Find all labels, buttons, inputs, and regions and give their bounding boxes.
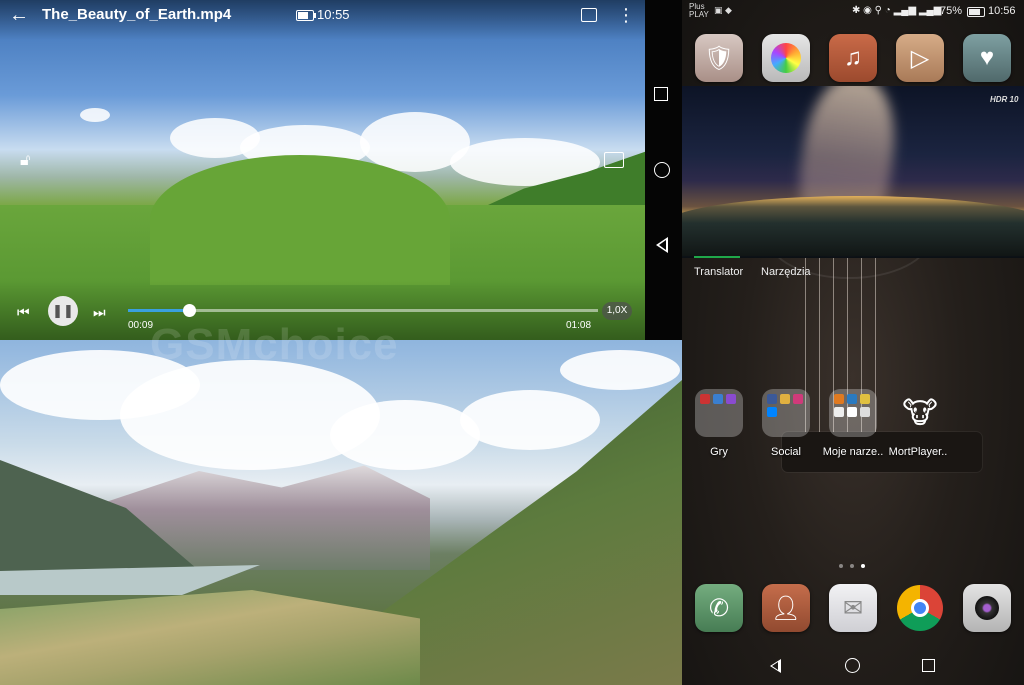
back-icon[interactable]	[656, 237, 668, 253]
page-dot[interactable]	[850, 564, 854, 568]
folder-label: Gry	[710, 446, 728, 458]
skip-next-icon: ⏭︎	[93, 304, 106, 320]
shield-app-icon[interactable]: 🛡︎	[695, 34, 743, 82]
video-player[interactable]: ← The_Beauty_of_Earth.mp4 10:55 ⋮ 🔓︎ ⏮︎ …	[0, 0, 645, 340]
folder-moje-narzedzia[interactable]	[829, 389, 877, 437]
music-app-icon[interactable]: ♫	[829, 34, 877, 82]
battery-percentage: 75%	[940, 5, 963, 17]
home-icon[interactable]	[654, 162, 670, 178]
back-arrow-icon[interactable]: ←	[9, 4, 31, 26]
recent-apps-icon[interactable]	[922, 659, 935, 672]
cloud	[80, 108, 110, 122]
hill	[150, 155, 450, 285]
recent-apps-icon[interactable]	[654, 87, 668, 101]
tab-translator[interactable]: Translator	[694, 266, 743, 278]
back-icon[interactable]	[770, 659, 781, 673]
messages-app-icon[interactable]: ✉	[829, 584, 877, 632]
skip-previous-button[interactable]: ⏮︎	[17, 304, 30, 321]
pause-button[interactable]: ❚❚	[48, 296, 78, 326]
tab-indicator	[694, 256, 740, 258]
video-title: The_Beauty_of_Earth.mp4	[42, 6, 232, 23]
picture-in-picture-icon[interactable]	[581, 8, 597, 22]
playback-speed-button[interactable]: 1,0X	[602, 302, 632, 320]
page-dot-active[interactable]	[861, 564, 865, 568]
navigation-bar	[645, 0, 682, 342]
skip-previous-icon: ⏮︎	[17, 304, 30, 320]
battery-icon	[296, 10, 316, 21]
seekbar[interactable]	[128, 304, 598, 317]
contacts-app-icon[interactable]: 👤︎	[762, 584, 810, 632]
tab-narzedzia[interactable]: Narzędzia	[761, 266, 811, 278]
page-dot[interactable]	[839, 564, 843, 568]
fullscreen-icon[interactable]	[604, 152, 624, 168]
time-total: 01:08	[566, 320, 592, 331]
folder-gry[interactable]	[695, 389, 743, 437]
home-icon[interactable]	[845, 658, 860, 673]
status-clock: 10:56	[988, 5, 1016, 17]
unlock-icon[interactable]: 🔓︎	[20, 152, 30, 170]
chrome-app-icon[interactable]	[896, 584, 944, 632]
status-icons: ✱ ◉ ⚲ ◔ ▂▄▆ ▂▄▆	[852, 5, 942, 16]
wallpaper-banner[interactable]	[682, 86, 1024, 258]
mortplayer-app-icon[interactable]: 🐮︎	[896, 389, 944, 437]
carrier: Plus PLAY	[689, 2, 709, 19]
notification-icons: ▣ ◆	[714, 5, 732, 15]
folder-social[interactable]	[762, 389, 810, 437]
battery-icon	[967, 7, 985, 17]
app-label: MortPlayer..	[888, 446, 948, 458]
folder-label: Social	[771, 446, 801, 458]
folder-label: Moje narze..	[822, 446, 884, 458]
hdr-label: HDR 10	[990, 95, 1019, 104]
landscape-video[interactable]	[0, 340, 682, 685]
pause-icon: ❚❚	[52, 303, 74, 318]
watermark: GSMchoice	[150, 320, 399, 369]
status-clock: 10:55	[317, 7, 350, 22]
video-play-app-icon[interactable]: ▷	[896, 34, 944, 82]
skip-next-button[interactable]: ⏭︎	[93, 304, 106, 321]
navigation-bar	[682, 645, 1024, 685]
health-app-icon[interactable]: ♥	[963, 34, 1011, 82]
camera-app-icon[interactable]	[963, 584, 1011, 632]
theme-brush-app-icon[interactable]	[762, 34, 810, 82]
more-vertical-icon[interactable]: ⋮	[617, 6, 635, 24]
phone-app-icon[interactable]: ✆	[695, 584, 743, 632]
seekbar-progress	[128, 309, 190, 312]
seekbar-thumb[interactable]	[183, 304, 197, 317]
fields	[0, 590, 420, 685]
home-screen: Plus PLAY ▣ ◆ ✱ ◉ ⚲ ◔ ▂▄▆ ▂▄▆ 75% 10:56 …	[682, 0, 1024, 685]
